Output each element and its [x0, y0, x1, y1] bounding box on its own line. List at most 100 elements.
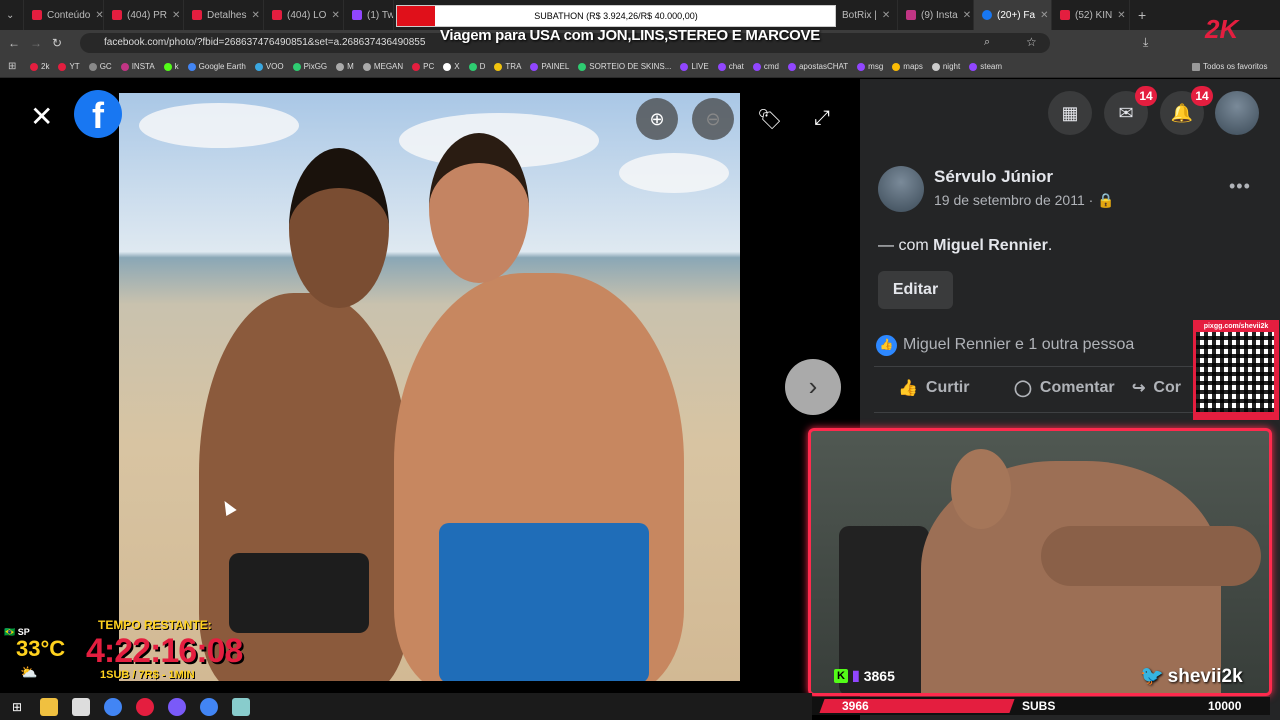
- youtube-icon: [192, 10, 202, 20]
- bookmark[interactable]: PC: [412, 62, 434, 71]
- browser-tab[interactable]: Conteúdo ✕: [24, 0, 104, 30]
- bookmark[interactable]: PAINEL: [530, 62, 569, 71]
- bookmark[interactable]: k: [163, 62, 179, 71]
- bookmark[interactable]: PixGG: [292, 62, 327, 71]
- reactions-summary[interactable]: Miguel Rennier e 1 outra pessoa: [903, 336, 1134, 354]
- fullscreen-icon[interactable]: ⤢: [814, 107, 830, 130]
- close-tab-icon[interactable]: ✕: [95, 10, 103, 21]
- author-avatar[interactable]: [878, 166, 924, 212]
- close-icon[interactable]: ✕: [30, 100, 53, 133]
- close-tab-icon[interactable]: ✕: [963, 10, 971, 21]
- bookmark[interactable]: GC: [88, 62, 112, 71]
- browser-tab[interactable]: (404) LO ✕: [264, 0, 344, 30]
- weather-temperature: 33°C: [16, 636, 66, 661]
- all-bookmarks[interactable]: Todos os favoritos: [1192, 62, 1267, 71]
- bookmark[interactable]: INSTA: [120, 62, 155, 71]
- chrome-icon[interactable]: [200, 697, 218, 716]
- bookmark[interactable]: TRA: [494, 62, 521, 71]
- youtube-icon: [112, 10, 122, 20]
- youtube-icon: [32, 10, 42, 20]
- bookmark[interactable]: steam: [969, 62, 1002, 71]
- browser-tab[interactable]: BotRix | ✕: [834, 0, 898, 30]
- like-button[interactable]: 👍 Curtir: [898, 378, 969, 398]
- bookmark[interactable]: MEGAN: [362, 62, 403, 71]
- star-icon[interactable]: ☆: [1026, 35, 1037, 49]
- browser-tab-active[interactable]: (20+) Fa ✕: [974, 0, 1052, 30]
- forward-icon[interactable]: →: [30, 36, 42, 50]
- browser-tab[interactable]: Detalhes ✕: [184, 0, 264, 30]
- bookmark-icon: [494, 62, 503, 71]
- browser-tab[interactable]: (1) Twitch: [344, 0, 394, 30]
- bookmark[interactable]: Google Earth: [187, 62, 246, 71]
- share-button[interactable]: ↪ Cor: [1132, 378, 1181, 398]
- reload-icon[interactable]: ↻: [52, 36, 62, 50]
- bookmark[interactable]: 2k: [30, 62, 49, 71]
- bookmark[interactable]: SORTEIO DE SKINS...: [578, 62, 671, 71]
- bookmark[interactable]: X: [443, 62, 460, 71]
- twitch-icon: [352, 10, 362, 20]
- account-avatar[interactable]: [1215, 91, 1259, 135]
- close-tab-icon[interactable]: ✕: [331, 10, 339, 21]
- youtube-icon: [272, 10, 282, 20]
- menu-grid-icon[interactable]: ▦: [1048, 91, 1092, 135]
- bookmark[interactable]: LIVE: [680, 62, 709, 71]
- facebook-logo[interactable]: f: [74, 90, 122, 138]
- tag-icon[interactable]: 🏷: [757, 107, 782, 132]
- file-explorer-icon[interactable]: [40, 697, 58, 716]
- bookmark-icon: [163, 62, 172, 71]
- more-options-icon[interactable]: •••: [1229, 176, 1251, 197]
- bookmark[interactable]: M: [336, 62, 354, 71]
- close-tab-icon[interactable]: ✕: [882, 10, 890, 21]
- subathon-bar: SUBATHON (R$ 3.924,26/R$ 40.000,00): [396, 5, 836, 27]
- thumbs-up-icon: 👍: [898, 380, 918, 397]
- bookmark-icon: [292, 62, 301, 71]
- browser-tab[interactable]: (9) Insta ✕: [898, 0, 974, 30]
- bookmark[interactable]: msg: [857, 62, 883, 71]
- close-tab-icon[interactable]: ✕: [251, 10, 259, 21]
- bookmark-icon: [530, 62, 539, 71]
- kick-viewers: K ▮ 3865: [834, 667, 895, 684]
- apps-icon[interactable]: ⊞: [8, 61, 16, 72]
- close-tab-icon[interactable]: ✕: [1117, 10, 1125, 21]
- messenger-badge: 14: [1135, 86, 1157, 106]
- windows-start-icon[interactable]: ⊞: [8, 698, 26, 716]
- black-shorts: [229, 553, 369, 633]
- browser-tab[interactable]: (52) KIN ✕: [1052, 0, 1130, 30]
- browser-tab[interactable]: (404) PR ✕: [104, 0, 184, 30]
- zoom-out-icon[interactable]: ⊖: [692, 98, 734, 140]
- opera-icon[interactable]: [136, 697, 154, 716]
- subs-bar: 3966 SUBS 10000: [812, 697, 1270, 715]
- store-icon[interactable]: [72, 697, 90, 716]
- new-tab-button[interactable]: +: [1130, 0, 1154, 30]
- person-left-head: [289, 148, 389, 308]
- bookmark[interactable]: apostasCHAT: [787, 62, 848, 71]
- post-date[interactable]: 19 de setembro de 2011 · 🔒: [934, 192, 1115, 209]
- post-author[interactable]: Sérvulo Júnior: [934, 167, 1053, 187]
- bookmark[interactable]: cmd: [752, 62, 779, 71]
- bookmark[interactable]: chat: [717, 62, 744, 71]
- bookmark-icon: [931, 62, 940, 71]
- bookmark[interactable]: night: [931, 62, 960, 71]
- download-icon[interactable]: ⤓: [1143, 35, 1148, 50]
- bookmark[interactable]: YT: [58, 62, 80, 71]
- search-icon[interactable]: ⌕: [984, 36, 990, 49]
- back-icon[interactable]: ←: [8, 36, 20, 50]
- tagged-person[interactable]: Miguel Rennier: [933, 237, 1048, 254]
- bookmark[interactable]: maps: [892, 62, 923, 71]
- chevron-right-icon[interactable]: ›: [785, 359, 841, 415]
- streamer-head: [951, 449, 1011, 529]
- taskbar: ⊞: [0, 693, 812, 720]
- app-icon[interactable]: [232, 697, 250, 716]
- qr-code-icon: [1196, 332, 1274, 412]
- obs-icon[interactable]: [168, 697, 186, 716]
- close-tab-icon[interactable]: ✕: [1040, 10, 1048, 21]
- edit-button[interactable]: Editar: [878, 271, 953, 309]
- comment-button[interactable]: ◯ Comentar: [1014, 378, 1115, 398]
- bookmark[interactable]: D: [468, 62, 485, 71]
- close-tab-icon[interactable]: ✕: [172, 10, 180, 21]
- bookmarks-bar: ⊞ 2k YT GC INSTA k Google Earth VOO PixG…: [0, 56, 1280, 78]
- chrome-icon[interactable]: [104, 697, 122, 716]
- tab-list-button[interactable]: ⌄: [0, 0, 24, 30]
- zoom-in-icon[interactable]: ⊕: [636, 98, 678, 140]
- bookmark[interactable]: VOO: [254, 62, 284, 71]
